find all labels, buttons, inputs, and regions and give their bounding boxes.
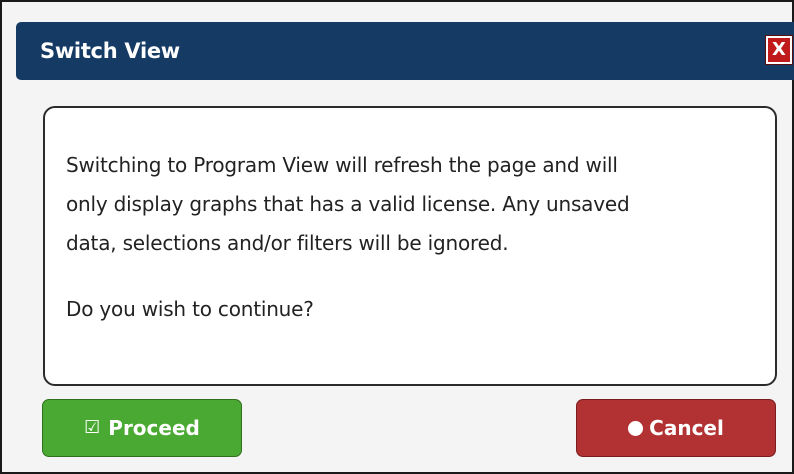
circle-icon bbox=[628, 420, 644, 436]
dialog-titlebar: Switch View X bbox=[16, 22, 794, 80]
message-prompt: Do you wish to continue? bbox=[66, 297, 314, 321]
proceed-label: Proceed bbox=[108, 416, 200, 440]
cancel-label: Cancel bbox=[649, 416, 724, 440]
checkbox-checked-icon: ☑ bbox=[84, 417, 101, 438]
message-line: data, selections and/or filters will be … bbox=[66, 231, 509, 255]
dialog-title: Switch View bbox=[40, 39, 180, 63]
message-line: Switching to Program View will refresh t… bbox=[66, 153, 618, 177]
message-panel: Switching to Program View will refresh t… bbox=[43, 106, 777, 386]
message-line: only display graphs that has a valid lic… bbox=[66, 192, 630, 216]
close-button[interactable]: X bbox=[765, 35, 793, 65]
proceed-button[interactable]: ☑ Proceed bbox=[42, 399, 242, 457]
cancel-button[interactable]: Cancel bbox=[576, 399, 776, 457]
switch-view-dialog: Switch View X Switching to Program View … bbox=[0, 0, 794, 474]
